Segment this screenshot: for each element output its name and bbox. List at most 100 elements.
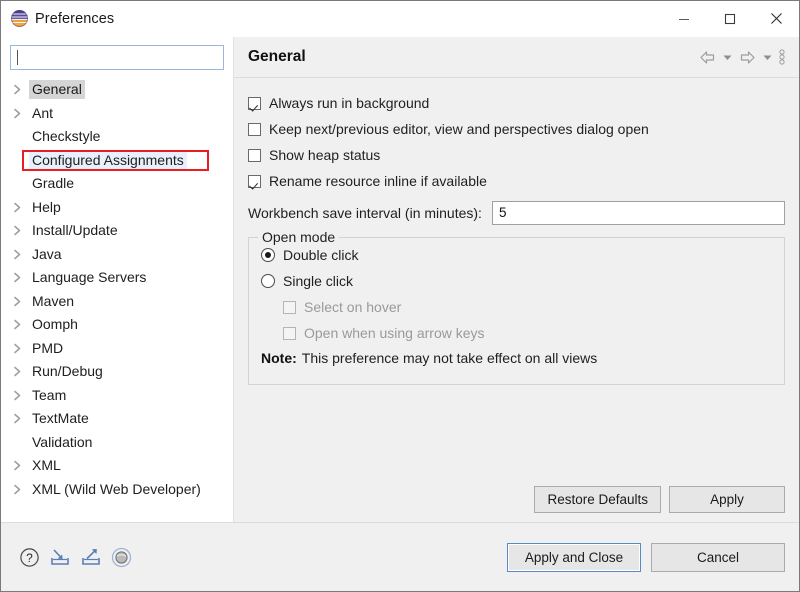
sidebar-item-validation[interactable]: Validation [1,431,233,455]
window-title: Preferences [35,10,115,27]
expand-chevron-right-icon[interactable] [13,460,29,471]
sidebar-item-install-update[interactable]: Install/Update [1,219,233,243]
preferences-tree[interactable]: General Ant Checkstyle Configured Assignmen… [1,76,233,522]
eclipse-icon [11,10,28,27]
sidebar-item-xml[interactable]: XML [1,454,233,478]
checkbox-show-heap-status[interactable] [248,148,261,162]
dialog-body: General Ant Checkstyle Configured Assignmen… [1,37,799,522]
sidebar-item-label: XML [32,457,61,474]
checkbox-row-rename-resource-inline[interactable]: Rename resource inline if available [248,168,785,194]
help-icon[interactable]: ? [19,547,40,568]
sidebar-item-label: Ant [32,104,54,121]
maximize-button[interactable] [707,1,753,37]
checkbox-row-always-run-in-background[interactable]: Always run in background [248,90,785,116]
sidebar-item-xml-wild-web-developer[interactable]: XML (Wild Web Developer) [1,478,233,502]
close-button[interactable] [753,1,799,37]
export-icon[interactable] [80,547,102,568]
sidebar-item-maven[interactable]: Maven [1,290,233,314]
sidebar-item-label: Validation [32,433,93,450]
sidebar-item-ant[interactable]: Ant [1,102,233,126]
preferences-window: Preferences General Ant Checkstyle Configur… [0,0,800,592]
expand-chevron-right-icon[interactable] [13,319,29,330]
sidebar-item-label: Gradle [32,175,75,192]
oomph-recorder-icon[interactable] [111,547,132,568]
sidebar-item-label: General [29,80,85,100]
expand-chevron-right-icon[interactable] [13,225,29,236]
sidebar-item-label: Maven [32,292,75,309]
filter-caret [17,50,18,65]
preference-page-pane: General Always run in background Keep ne… [234,37,799,522]
sidebar-item-configured-assignments[interactable]: Configured Assignments [1,149,233,173]
expand-chevron-right-icon[interactable] [13,296,29,307]
import-icon[interactable] [49,547,71,568]
sidebar-item-label: Run/Debug [32,363,103,380]
checkbox-keep-dialog-open[interactable] [248,122,261,136]
page-action-buttons: Restore Defaults Apply [234,486,799,522]
sidebar-item-help[interactable]: Help [1,196,233,220]
expand-chevron-right-icon[interactable] [13,84,29,95]
expand-chevron-right-icon[interactable] [13,272,29,283]
note-prefix: Note: [261,350,297,366]
expand-chevron-right-icon[interactable] [13,366,29,377]
restore-defaults-button[interactable]: Restore Defaults [534,486,661,513]
open-mode-group-title: Open mode [258,229,340,245]
footer-button-group: Apply and Close Cancel [507,542,785,572]
apply-and-close-button[interactable]: Apply and Close [507,542,641,572]
checkbox-row-keep-dialog-open[interactable]: Keep next/previous editor, view and pers… [248,116,785,142]
radio-row-double-click[interactable]: Double click [261,242,772,268]
back-chevron-down-icon[interactable] [721,51,734,64]
forward-arrow-icon[interactable] [737,48,758,67]
checkbox-label: Rename resource inline if available [269,173,487,189]
vertical-dots-icon[interactable] [777,47,787,67]
sidebar-item-gradle[interactable]: Gradle [1,172,233,196]
sidebar-item-label: Java [32,245,62,262]
sidebar-item-label: Team [32,386,67,403]
sidebar-item-label: TextMate [32,410,89,427]
title-bar-left: Preferences [1,10,114,27]
sidebar-item-general[interactable]: General [1,78,233,102]
sidebar-item-run-debug[interactable]: Run/Debug [1,360,233,384]
radio-single-click[interactable] [261,274,275,288]
expand-chevron-right-icon[interactable] [13,202,29,213]
apply-button[interactable]: Apply [669,486,785,513]
checkbox-select-on-hover [283,300,296,314]
dialog-footer: ? Apply and Close Cancel [1,522,799,591]
radio-label: Single click [283,273,354,289]
expand-chevron-right-icon[interactable] [13,343,29,354]
sidebar-item-oomph[interactable]: Oomph [1,313,233,337]
page-title: General [248,48,306,65]
cancel-button[interactable]: Cancel [651,542,785,572]
forward-chevron-down-icon[interactable] [761,51,774,64]
radio-double-click[interactable] [261,248,275,262]
sidebar-item-pmd[interactable]: PMD [1,337,233,361]
filter-input[interactable] [10,45,224,70]
note-text: This preference may not take effect on a… [301,350,598,366]
sidebar-item-label: Configured Assignments [29,150,187,170]
sidebar-item-label: Checkstyle [32,128,101,145]
expand-chevron-right-icon[interactable] [13,413,29,424]
sidebar-item-team[interactable]: Team [1,384,233,408]
sidebar-item-textmate[interactable]: TextMate [1,407,233,431]
minimize-button[interactable] [661,1,707,37]
title-bar: Preferences [1,1,799,37]
expand-chevron-right-icon[interactable] [13,484,29,495]
expand-chevron-right-icon[interactable] [13,108,29,119]
checkbox-row-show-heap-status[interactable]: Show heap status [248,142,785,168]
expand-chevron-right-icon[interactable] [13,390,29,401]
sidebar-item-label: Language Servers [32,269,147,286]
page-header: General [234,37,799,78]
sidebar-item-language-servers[interactable]: Language Servers [1,266,233,290]
back-arrow-icon[interactable] [697,48,718,67]
checkbox-label: Always run in background [269,95,430,111]
checkbox-rename-resource-inline[interactable] [248,174,261,188]
checkbox-row-select-on-hover: Select on hover [261,294,772,320]
checkbox-label: Select on hover [304,299,402,315]
sidebar-item-checkstyle[interactable]: Checkstyle [1,125,233,149]
sidebar-item-java[interactable]: Java [1,243,233,267]
filter-wrapper [1,37,233,76]
preferences-tree-pane: General Ant Checkstyle Configured Assignmen… [1,37,234,522]
radio-row-single-click[interactable]: Single click [261,268,772,294]
save-interval-input[interactable] [491,200,785,225]
expand-chevron-right-icon[interactable] [13,249,29,260]
checkbox-always-run-in-background[interactable] [248,96,261,110]
